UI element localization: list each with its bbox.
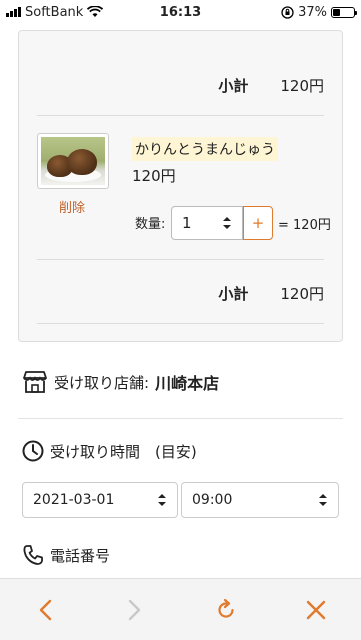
pickup-time-select[interactable]: 09:00 (181, 482, 339, 518)
phone-icon (23, 545, 43, 565)
store-name: 川崎本店 (155, 374, 220, 393)
divider (37, 323, 324, 324)
close-button[interactable] (296, 590, 336, 630)
carrier-label: SoftBank (25, 4, 84, 20)
back-button[interactable] (25, 590, 65, 630)
status-right: 37% (281, 4, 357, 20)
pickup-time-row: 受け取り時間 (目安) (22, 440, 197, 462)
chevron-right-icon (129, 599, 141, 620)
subtotal-value: 120円 (280, 76, 324, 95)
line-total: = 120円 (278, 218, 331, 233)
quantity-plus-button[interactable]: + (243, 206, 273, 240)
orientation-lock-icon (281, 5, 294, 19)
phone-row: 電話番号 (22, 544, 110, 566)
quantity-label: 数量: (135, 217, 166, 232)
quantity-select[interactable]: 1 (171, 206, 243, 240)
close-icon (306, 600, 326, 619)
subtotal-row-bottom: 小計 120円 (19, 271, 342, 315)
pickup-store-row: 受け取り店舗: 川崎本店 (22, 370, 219, 394)
wifi-icon (87, 6, 104, 17)
delete-link[interactable]: 削除 (59, 197, 85, 216)
pickup-time-label: 受け取り時間 (目安) (50, 442, 197, 461)
signal-icon (6, 7, 21, 17)
subtotal-label: 小計 (218, 76, 249, 95)
store-label: 受け取り店舗: (54, 373, 150, 392)
pickup-date-value: 2021-03-01 (33, 492, 115, 508)
clock-icon (22, 440, 44, 462)
product-image (41, 137, 105, 185)
select-arrows-icon (319, 494, 327, 506)
subtotal-label: 小計 (218, 284, 249, 303)
divider (37, 115, 324, 116)
reload-icon (218, 598, 234, 618)
browser-toolbar (0, 578, 361, 640)
select-arrows-icon (158, 494, 166, 506)
battery-level (333, 8, 341, 16)
subtotal-row-top: 小計 120円 (19, 63, 342, 107)
forward-button[interactable] (115, 590, 155, 630)
pickup-date-select[interactable]: 2021-03-01 (22, 482, 178, 518)
divider (37, 259, 324, 260)
product-name: かりんとうまんじゅう (132, 137, 278, 161)
divider (18, 418, 343, 419)
select-arrows-icon (223, 217, 231, 229)
product-thumbnail[interactable] (37, 133, 109, 189)
cart-panel: 小計 120円 削除 かりんとうまんじゅう 120円 数量: 1 + = 120… (18, 30, 343, 342)
phone-label: 電話番号 (50, 546, 111, 565)
quantity-value: 1 (182, 214, 192, 232)
reload-button[interactable] (206, 590, 246, 630)
store-icon (23, 371, 47, 393)
status-bar: SoftBank 16:13 37% (0, 0, 361, 24)
pickup-time-value: 09:00 (192, 492, 233, 508)
chevron-left-icon (39, 599, 52, 620)
product-price: 120円 (132, 167, 176, 185)
subtotal-value: 120円 (280, 284, 324, 303)
status-left: SoftBank (6, 4, 104, 20)
battery-percent: 37% (298, 4, 327, 20)
battery-icon (331, 6, 357, 18)
